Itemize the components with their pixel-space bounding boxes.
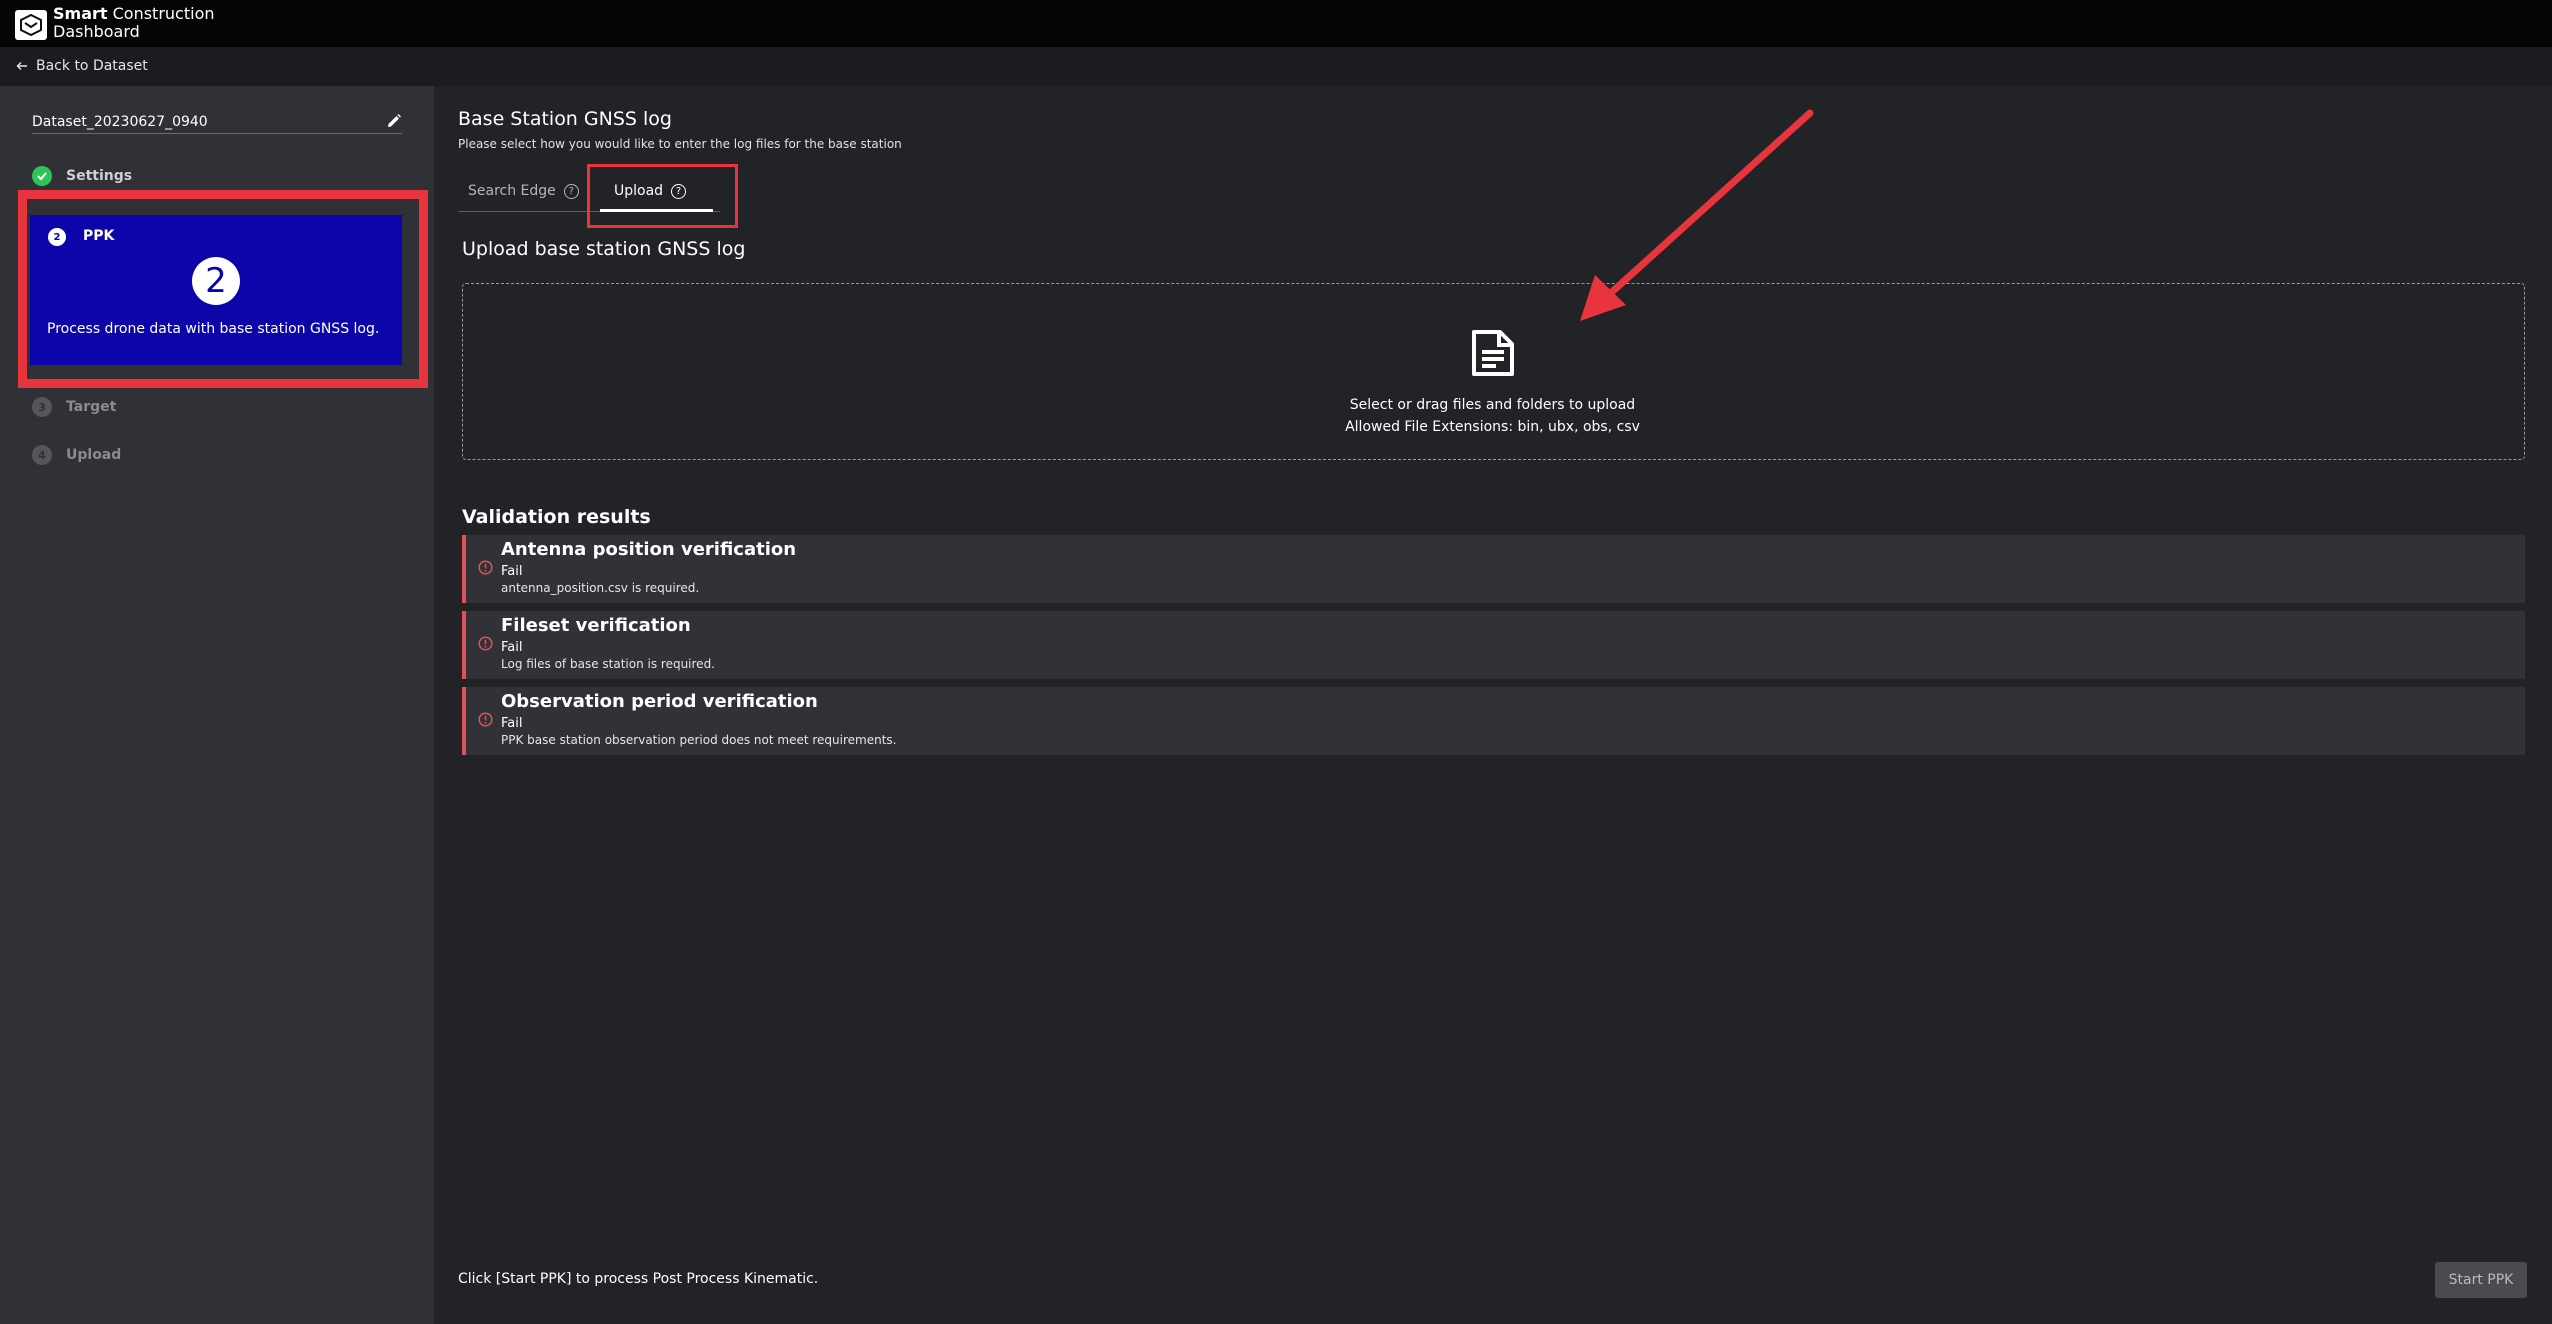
footer-instruction: Click [Start PPK] to process Post Proces… [458,1271,819,1287]
validation-item: Fileset verification Fail Log files of b… [462,611,2525,679]
page-title: Base Station GNSS log [458,108,672,130]
step-ppk-description: Process drone data with base station GNS… [47,321,380,337]
document-icon [1472,330,1514,376]
app-title: Smart Construction Dashboard [53,4,215,41]
upload-heading: Upload base station GNSS log [462,238,746,260]
validation-results-title: Validation results [462,506,651,528]
annotation-highlight-box [587,164,738,228]
step-ppk-active[interactable]: 2 PPK 2 Process drone data with base sta… [30,215,402,365]
app-header: Smart Construction Dashboard [0,0,2552,47]
check-circle-icon [32,166,52,186]
step-upload[interactable]: 4 Upload [32,445,121,465]
error-circle-icon [478,560,493,575]
error-circle-icon [478,712,493,727]
step-ppk-label: PPK [83,228,115,244]
step-number-large: 2 [192,257,240,305]
pencil-icon[interactable] [386,113,402,129]
step-settings[interactable]: Settings [32,166,132,186]
tab-search-edge[interactable]: Search Edge ? [468,183,579,199]
dataset-name-field[interactable]: Dataset_20230627_0940 [32,114,402,134]
validation-item: Antenna position verification Fail anten… [462,535,2525,603]
error-circle-icon [478,636,493,651]
help-circle-icon[interactable]: ? [563,183,579,199]
start-ppk-button[interactable]: Start PPK [2435,1262,2527,1298]
back-bar [0,47,2552,86]
smart-construction-logo-icon[interactable] [15,10,47,40]
validation-item: Observation period verification Fail PPK… [462,687,2525,755]
dropzone-instruction: Select or drag files and folders to uplo… [1349,397,1636,413]
page-subtitle: Please select how you would like to ente… [458,137,902,151]
back-to-dataset-link[interactable]: Back to Dataset [16,58,148,74]
arrow-left-icon [16,62,27,70]
annotation-arrow-icon [1580,109,1814,321]
step-number-badge: 2 [48,228,66,246]
step-number-badge: 4 [32,445,52,465]
allowed-extensions: Allowed File Extensions: bin, ubx, obs, … [1345,419,1640,435]
